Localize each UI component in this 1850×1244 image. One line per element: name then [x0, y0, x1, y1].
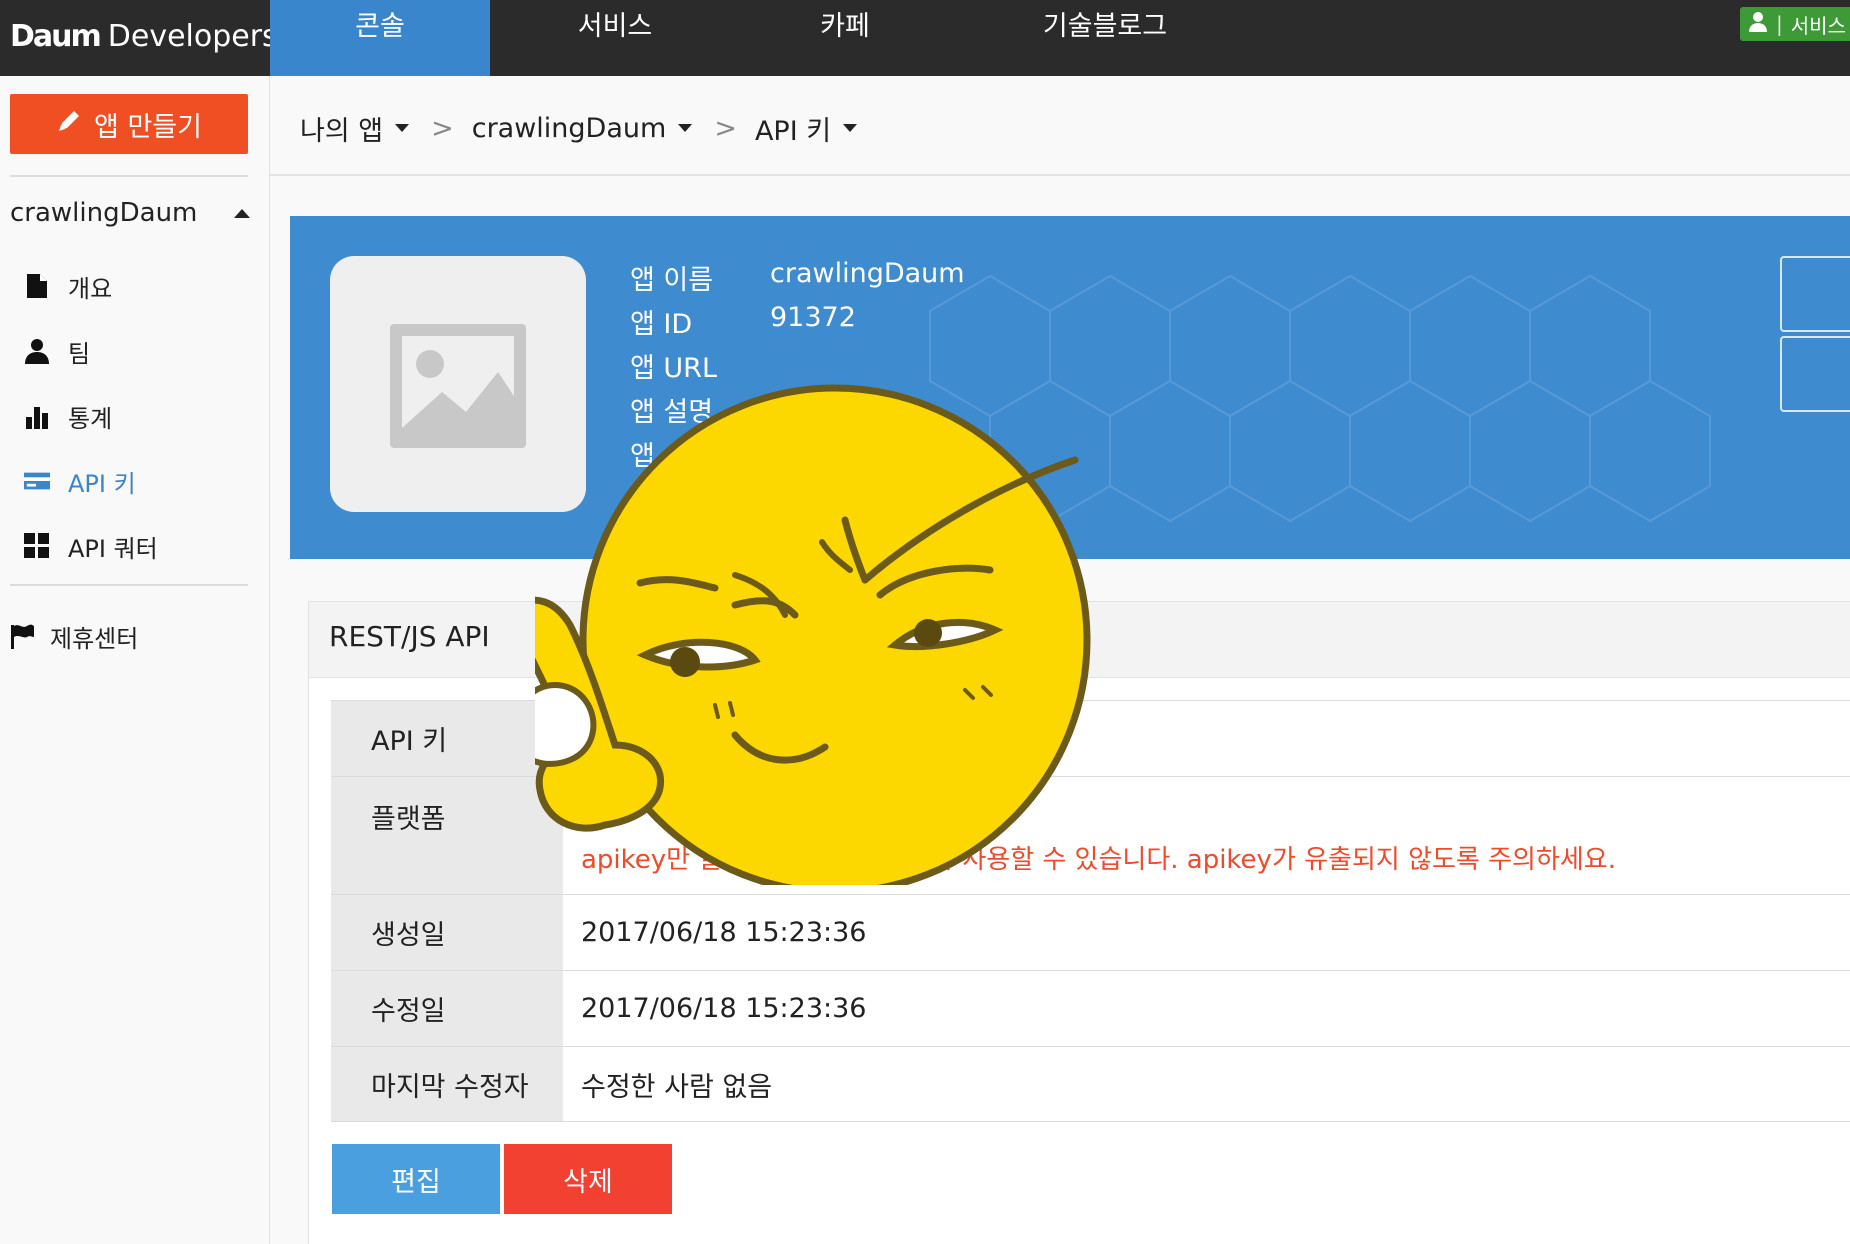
- breadcrumb-api-key[interactable]: API 키: [754, 109, 858, 148]
- bar-chart-icon: [24, 403, 50, 429]
- sidebar-item-partner-center[interactable]: 제휴센터: [10, 616, 138, 656]
- sidebar-item-label: API 키: [68, 469, 136, 498]
- flag-icon: [10, 623, 36, 649]
- row-header: 생성일: [331, 895, 563, 970]
- sidebar-item-label: 제휴센터: [50, 624, 139, 653]
- create-app-label: 앱 만들기: [94, 111, 202, 143]
- sidebar: 앱 만들기 crawlingDaum 개요 팀 통계 API 키 API 쿼터 …: [0, 76, 270, 1244]
- breadcrumb-label: API 키: [754, 115, 832, 147]
- last-modifier: 수정한 사람 없음: [581, 1071, 773, 1103]
- sidebar-item-stats[interactable]: 통계: [24, 396, 112, 436]
- caret-down-icon: [843, 124, 858, 132]
- file-icon: [24, 273, 50, 299]
- create-app-button[interactable]: 앱 만들기: [10, 94, 248, 154]
- divider: [270, 174, 1850, 176]
- caret-down-icon: [678, 124, 693, 132]
- info-value: crawlingDaum: [770, 258, 965, 289]
- logo-mark: Daum: [10, 18, 102, 54]
- user-icon: [24, 338, 50, 364]
- breadcrumb-app[interactable]: crawlingDaum: [472, 113, 693, 144]
- sidebar-item-label: 통계: [68, 404, 113, 433]
- tab-service[interactable]: 서비스: [505, 0, 725, 76]
- info-key: 앱 ID: [630, 309, 693, 340]
- sidebar-item-api-key[interactable]: API 키: [24, 461, 136, 501]
- pencil-icon: [56, 108, 82, 141]
- info-value: 91372: [770, 302, 856, 333]
- breadcrumb-label: crawlingDaum: [471, 112, 667, 144]
- sidebar-item-label: API 쿼터: [68, 534, 158, 563]
- row-header: API 키: [331, 701, 563, 776]
- sidebar-item-overview[interactable]: 개요: [24, 266, 112, 306]
- grid-icon: [24, 533, 50, 559]
- breadcrumb: 나의 앱 > crawlingDaum > API 키: [300, 104, 858, 152]
- thinking-face-sticker: [535, 384, 1091, 885]
- service-button-label: 서비스: [1790, 13, 1846, 38]
- modified-date: 2017/06/18 15:23:36: [581, 993, 867, 1024]
- tab-console[interactable]: 콘솔: [270, 0, 490, 76]
- hero-action-button[interactable]: [1780, 256, 1850, 332]
- divider: [10, 584, 248, 586]
- table-row: 마지막 수정자 수정한 사람 없음: [331, 1046, 1850, 1122]
- created-date: 2017/06/18 15:23:36: [581, 917, 867, 948]
- row-header: 마지막 수정자: [331, 1047, 563, 1121]
- tab-cafe[interactable]: 카페: [735, 0, 955, 76]
- table-row: 수정일 2017/06/18 15:23:36: [331, 970, 1850, 1046]
- logo-text: Developers: [107, 18, 278, 54]
- hero-action-button[interactable]: [1780, 336, 1850, 412]
- divider: [10, 175, 248, 177]
- edit-button[interactable]: 편집: [332, 1144, 500, 1214]
- chevron-right-icon: >: [431, 112, 454, 144]
- caret-up-icon: [234, 208, 250, 218]
- sidebar-app-toggle[interactable]: crawlingDaum: [10, 198, 250, 228]
- caret-down-icon: [395, 124, 410, 132]
- breadcrumb-label: 나의 앱: [300, 115, 384, 147]
- info-row-id: 앱 ID 91372: [630, 302, 856, 341]
- table-row: 생성일 2017/06/18 15:23:36: [331, 894, 1850, 970]
- tab-tech-blog[interactable]: 기술블로그: [985, 0, 1225, 76]
- sidebar-item-label: 개요: [68, 274, 113, 303]
- info-key: 앱 이름: [630, 265, 714, 296]
- sidebar-item-api-quota[interactable]: API 쿼터: [24, 526, 158, 566]
- user-icon: [1748, 11, 1768, 38]
- sidebar-app-name: crawlingDaum: [10, 198, 198, 228]
- breadcrumb-my-apps[interactable]: 나의 앱: [300, 109, 410, 148]
- sidebar-item-team[interactable]: 팀: [24, 331, 90, 371]
- row-header: 수정일: [331, 971, 563, 1046]
- service-button[interactable]: | 서비스: [1740, 7, 1850, 41]
- card-icon: [24, 468, 50, 494]
- top-navbar: Daum Developers 콘솔 서비스 카페 기술블로그 | 서비스: [0, 0, 1850, 76]
- info-row-name: 앱 이름 crawlingDaum: [630, 258, 965, 297]
- chevron-right-icon: >: [714, 112, 737, 144]
- sidebar-item-label: 팀: [68, 339, 91, 368]
- delete-button[interactable]: 삭제: [504, 1144, 672, 1214]
- row-header: 플랫폼: [331, 777, 563, 894]
- daum-developers-logo[interactable]: Daum Developers: [10, 10, 278, 62]
